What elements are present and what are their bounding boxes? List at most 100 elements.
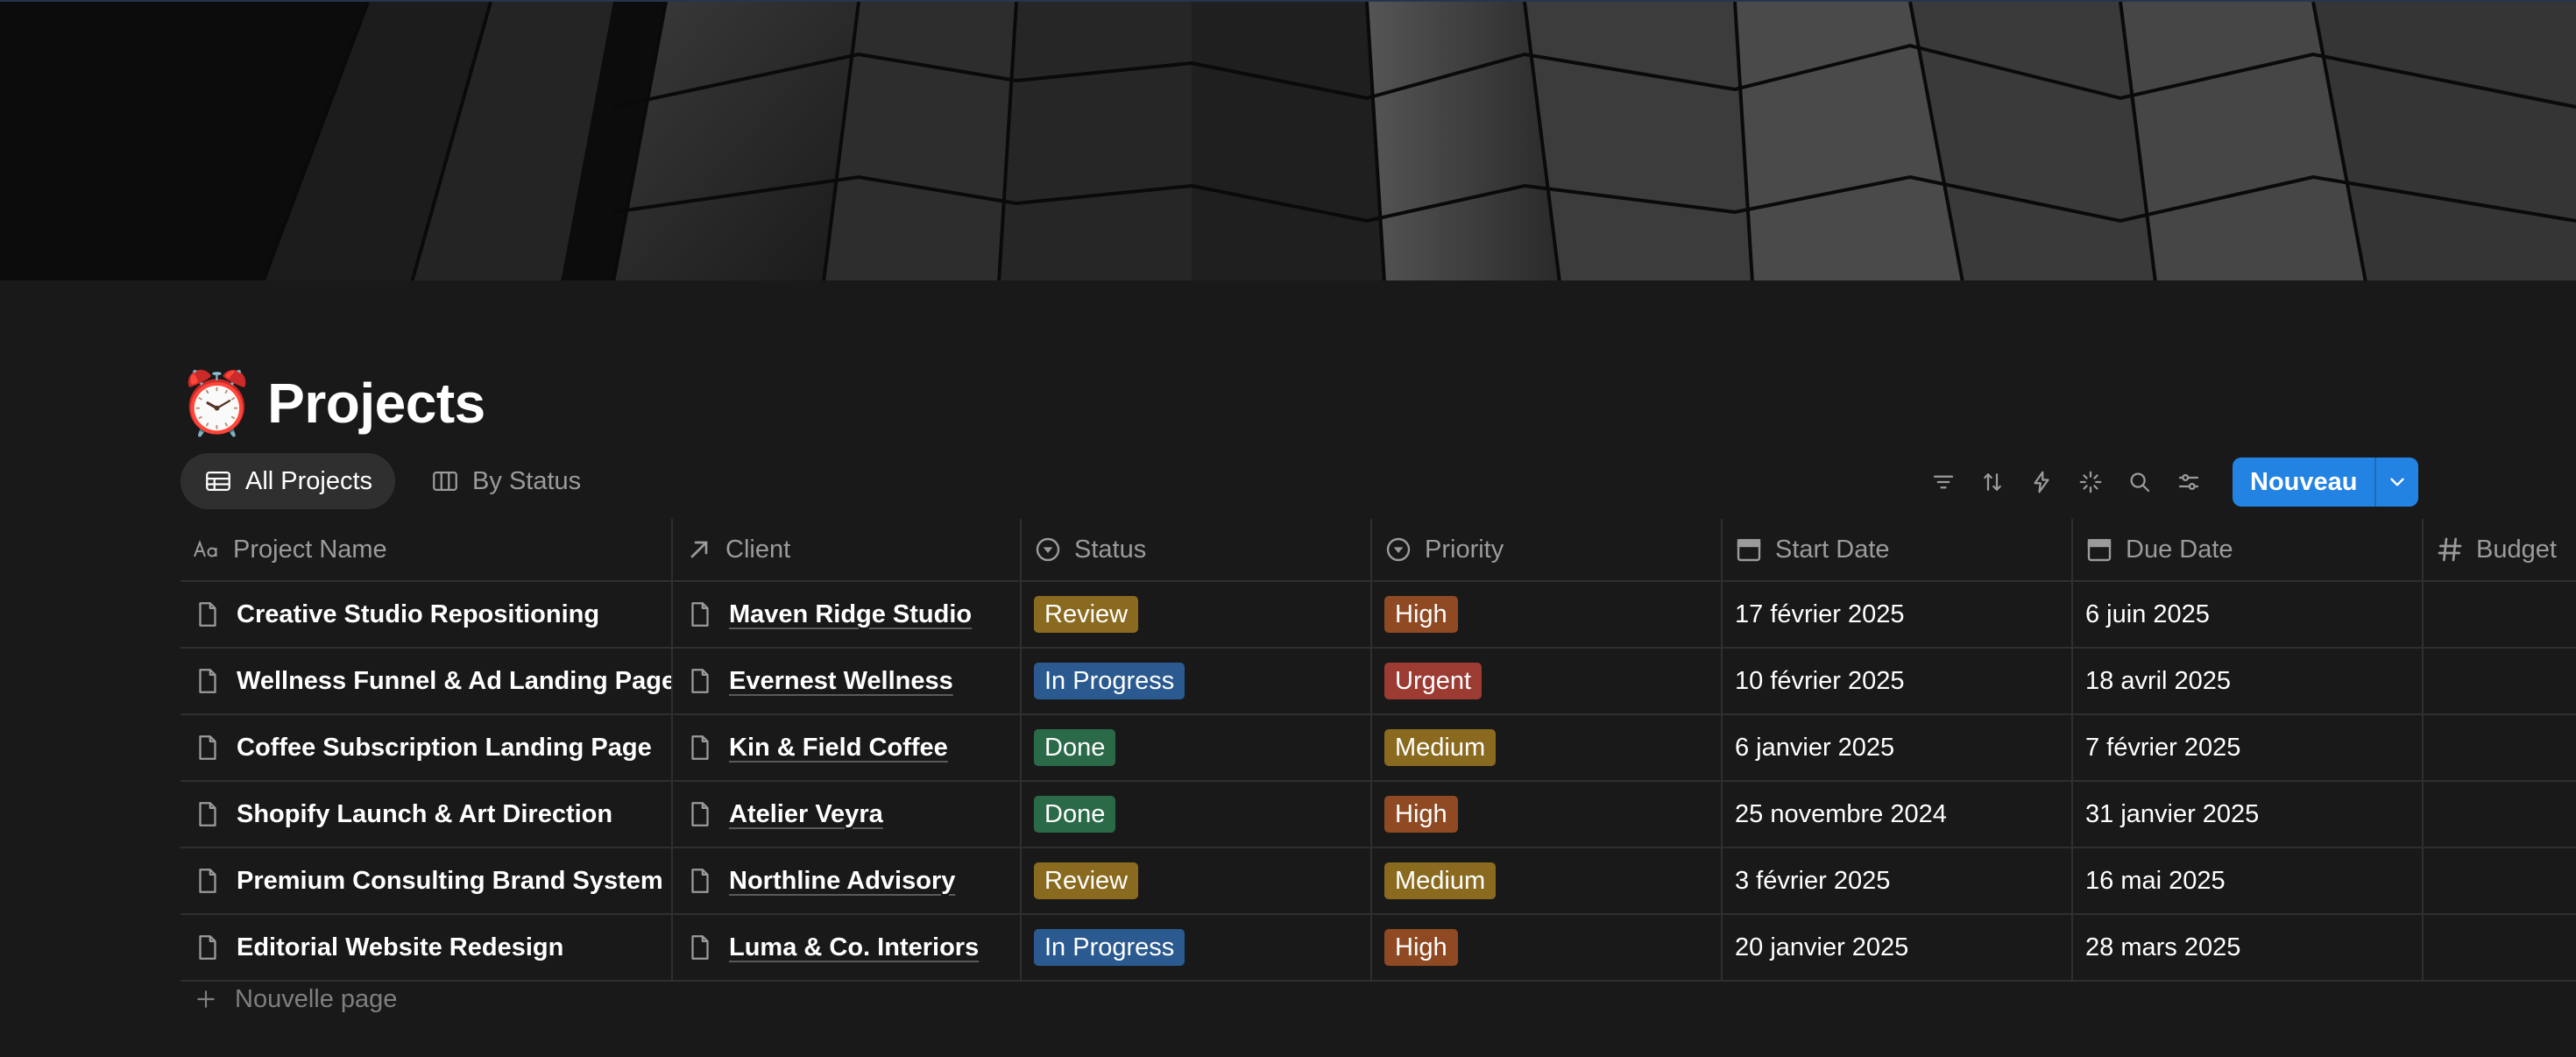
project-name-text[interactable]: Coffee Subscription Landing Page — [237, 734, 652, 763]
sort-button[interactable] — [1968, 458, 2017, 507]
column-label: Project Name — [233, 535, 387, 564]
chevron-down-icon — [2390, 478, 2405, 486]
table-row[interactable]: Coffee Subscription Landing Page Kin & Fi… — [180, 715, 2576, 782]
status-tag: Done — [1034, 796, 1116, 833]
table-row[interactable]: Editorial Website Redesign Luma & Co. Int… — [180, 915, 2576, 982]
start-date-text: 25 novembre 2024 — [1735, 799, 1947, 828]
cell-due-date[interactable]: 18 avril 2025 — [2073, 649, 2424, 713]
relation-icon — [690, 541, 708, 558]
cell-client[interactable]: Maven Ridge Studio — [673, 582, 1022, 647]
project-name-text[interactable]: Editorial Website Redesign — [237, 933, 563, 962]
cell-status[interactable]: Done — [1022, 782, 1372, 847]
cell-budget[interactable] — [2424, 915, 2576, 980]
cell-due-date[interactable]: 16 mai 2025 — [2073, 848, 2424, 913]
new-dropdown-button[interactable] — [2374, 458, 2418, 507]
cell-budget[interactable] — [2424, 715, 2576, 780]
automation-button[interactable] — [2017, 458, 2066, 507]
column-header-project-name[interactable]: Project Name — [180, 519, 673, 580]
cell-priority[interactable]: High — [1372, 915, 1723, 980]
cell-project-name[interactable]: Coffee Subscription Landing Page — [180, 715, 673, 780]
client-link[interactable]: Luma & Co. Interiors — [729, 933, 979, 962]
table-row[interactable]: Wellness Funnel & Ad Landing Pages Everne… — [180, 649, 2576, 715]
view-settings-button[interactable] — [2164, 458, 2213, 507]
cell-client[interactable]: Atelier Veyra — [673, 782, 1022, 847]
client-link[interactable]: Atelier Veyra — [729, 800, 883, 829]
cell-start-date[interactable]: 10 février 2025 — [1723, 649, 2073, 713]
page-icon — [199, 735, 216, 760]
filter-icon — [1933, 475, 1954, 489]
column-header-start-date[interactable]: Start Date — [1723, 519, 2073, 580]
table-row[interactable]: Premium Consulting Brand System Northline… — [180, 848, 2576, 915]
client-link[interactable]: Kin & Field Coffee — [729, 734, 948, 763]
ai-autofill-button[interactable] — [2066, 458, 2115, 507]
project-name-text[interactable]: Shopify Launch & Art Direction — [237, 800, 612, 829]
cell-priority[interactable]: Medium — [1372, 715, 1723, 780]
client-link[interactable]: Northline Advisory — [729, 867, 955, 896]
alarm-clock-emoji-icon[interactable]: ⏰ — [179, 372, 255, 434]
cell-project-name[interactable]: Premium Consulting Brand System — [180, 848, 673, 913]
cell-client[interactable]: Evernest Wellness — [673, 649, 1022, 713]
cell-project-name[interactable]: Creative Studio Repositioning — [180, 582, 673, 647]
cell-project-name[interactable]: Shopify Launch & Art Direction — [180, 782, 673, 847]
cell-project-name[interactable]: Editorial Website Redesign — [180, 915, 673, 980]
cell-status[interactable]: In Progress — [1022, 649, 1372, 713]
due-date-text: 28 mars 2025 — [2085, 933, 2241, 961]
column-label: Priority — [1425, 535, 1504, 564]
cell-due-date[interactable]: 31 janvier 2025 — [2073, 782, 2424, 847]
column-header-status[interactable]: Status — [1022, 519, 1372, 580]
cell-start-date[interactable]: 17 février 2025 — [1723, 582, 2073, 647]
cell-due-date[interactable]: 7 février 2025 — [2073, 715, 2424, 780]
cell-priority[interactable]: High — [1372, 782, 1723, 847]
filter-button[interactable] — [1919, 458, 1968, 507]
tab-by-status[interactable]: By Status — [407, 453, 604, 509]
column-header-client[interactable]: Client — [673, 519, 1022, 580]
cell-priority[interactable]: Medium — [1372, 848, 1723, 913]
priority-tag: High — [1384, 929, 1458, 966]
cell-due-date[interactable]: 28 mars 2025 — [2073, 915, 2424, 980]
cell-budget[interactable] — [2424, 582, 2576, 647]
status-tag: In Progress — [1034, 929, 1185, 966]
cell-client[interactable]: Kin & Field Coffee — [673, 715, 1022, 780]
cell-budget[interactable] — [2424, 782, 2576, 847]
column-header-budget[interactable]: Budget — [2424, 519, 2576, 580]
cell-status[interactable]: In Progress — [1022, 915, 1372, 980]
project-name-text[interactable]: Creative Studio Repositioning — [237, 600, 599, 629]
client-link[interactable]: Maven Ridge Studio — [729, 600, 972, 629]
start-date-text: 10 février 2025 — [1735, 666, 1905, 695]
plus-icon — [197, 990, 215, 1008]
cell-due-date[interactable]: 6 juin 2025 — [2073, 582, 2424, 647]
cell-priority[interactable]: High — [1372, 582, 1723, 647]
cell-budget[interactable] — [2424, 848, 2576, 913]
cell-client[interactable]: Luma & Co. Interiors — [673, 915, 1022, 980]
cell-client[interactable]: Northline Advisory — [673, 848, 1022, 913]
cell-start-date[interactable]: 6 janvier 2025 — [1723, 715, 2073, 780]
project-name-text[interactable]: Premium Consulting Brand System — [237, 867, 663, 896]
board-icon — [433, 471, 457, 492]
new-page-button[interactable]: Nouvelle page — [195, 975, 397, 1024]
status-icon — [1036, 537, 1060, 562]
search-button[interactable] — [2115, 458, 2164, 507]
column-header-due-date[interactable]: Due Date — [2073, 519, 2424, 580]
cell-status[interactable]: Review — [1022, 848, 1372, 913]
cell-budget[interactable] — [2424, 649, 2576, 713]
client-link[interactable]: Evernest Wellness — [729, 667, 953, 696]
cell-start-date[interactable]: 3 février 2025 — [1723, 848, 2073, 913]
new-button-group: Nouveau — [2233, 458, 2419, 507]
cell-start-date[interactable]: 25 novembre 2024 — [1723, 782, 2073, 847]
database-toolbar: Nouveau — [1919, 458, 2419, 507]
tab-all-projects[interactable]: All Projects — [180, 453, 396, 509]
table-icon — [206, 471, 230, 492]
cell-status[interactable]: Review — [1022, 582, 1372, 647]
page-icon — [199, 869, 216, 893]
cell-priority[interactable]: Urgent — [1372, 649, 1723, 713]
column-header-priority[interactable]: Priority — [1372, 519, 1723, 580]
project-name-text[interactable]: Wellness Funnel & Ad Landing Pages — [237, 667, 671, 696]
page-title-text[interactable]: Projects — [267, 371, 485, 436]
cell-status[interactable]: Done — [1022, 715, 1372, 780]
table-header-row: Project Name Client Status Priority Star… — [180, 519, 2576, 582]
cell-start-date[interactable]: 20 janvier 2025 — [1723, 915, 2073, 980]
table-row[interactable]: Shopify Launch & Art Direction Atelier Ve… — [180, 782, 2576, 848]
cell-project-name[interactable]: Wellness Funnel & Ad Landing Pages — [180, 649, 673, 713]
new-button[interactable]: Nouveau — [2233, 458, 2374, 507]
table-row[interactable]: Creative Studio Repositioning Maven Ridge… — [180, 582, 2576, 649]
